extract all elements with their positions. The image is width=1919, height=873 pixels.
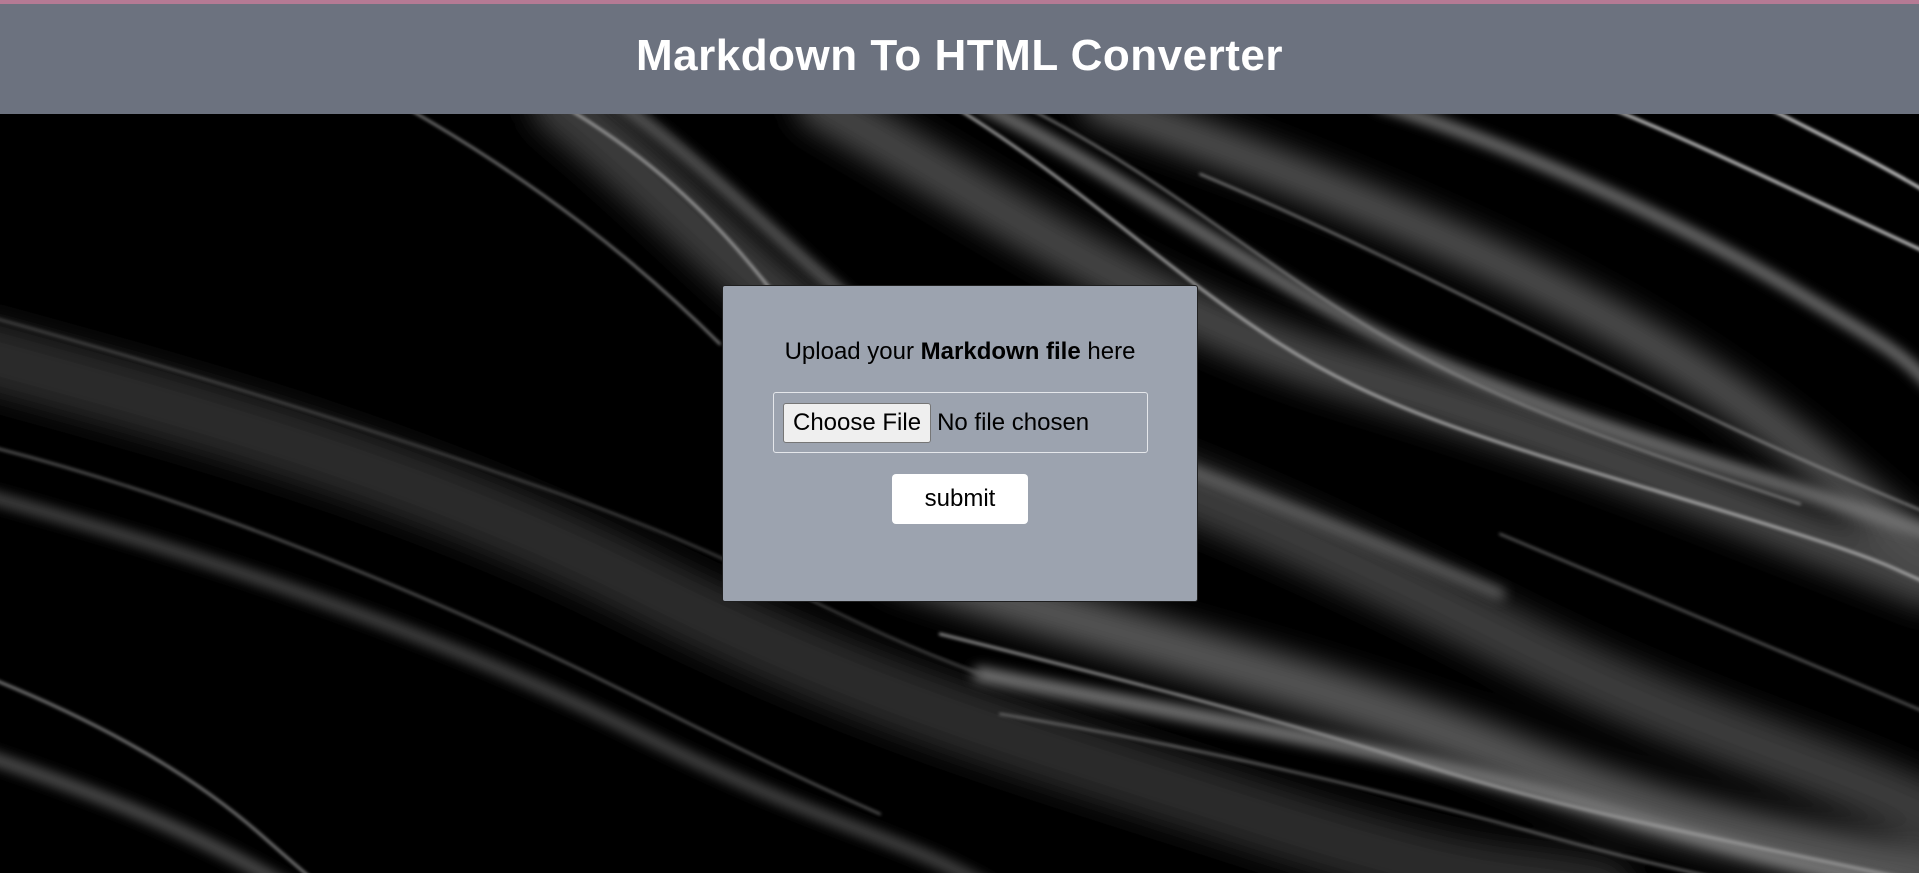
upload-prompt-bold: Markdown file: [920, 338, 1081, 365]
upload-card: Upload your Markdown file here Choose Fi…: [722, 285, 1198, 602]
upload-prompt: Upload your Markdown file here: [723, 338, 1197, 366]
choose-file-button[interactable]: Choose File: [783, 402, 932, 443]
file-input[interactable]: Choose File No file chosen: [773, 392, 1148, 453]
upload-prompt-prefix: Upload your: [784, 338, 914, 365]
upload-prompt-suffix: here: [1087, 338, 1136, 365]
page-title: Markdown To HTML Converter: [636, 31, 1283, 80]
submit-button[interactable]: submit: [892, 474, 1028, 524]
file-status-text: No file chosen: [937, 408, 1090, 436]
page-header: Markdown To HTML Converter: [0, 4, 1919, 114]
